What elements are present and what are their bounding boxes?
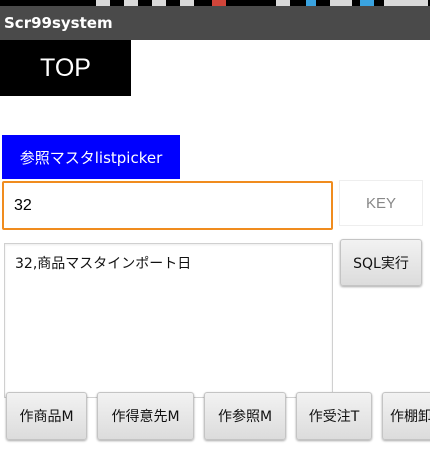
create-inventory-button[interactable]: 作棚卸: [382, 392, 430, 440]
title-bar: Scr99system: [0, 6, 430, 40]
result-textarea[interactable]: 32,商品マスタインポート日: [4, 243, 333, 398]
create-reference-master-button[interactable]: 作参照M: [204, 392, 286, 440]
top-button[interactable]: TOP: [0, 40, 131, 96]
key-label: KEY: [339, 180, 423, 226]
sql-execute-button[interactable]: SQL実行: [340, 239, 422, 286]
create-product-master-button[interactable]: 作商品M: [6, 392, 87, 440]
create-order-table-button[interactable]: 作受注T: [296, 392, 372, 440]
create-customer-master-button[interactable]: 作得意先M: [97, 392, 194, 440]
app-title: Scr99system: [4, 14, 113, 32]
key-input[interactable]: [2, 181, 333, 230]
reference-master-listpicker[interactable]: 参照マスタlistpicker: [2, 135, 180, 179]
screen: Scr99system TOP 参照マスタlistpicker KEY 32,商…: [0, 0, 430, 450]
